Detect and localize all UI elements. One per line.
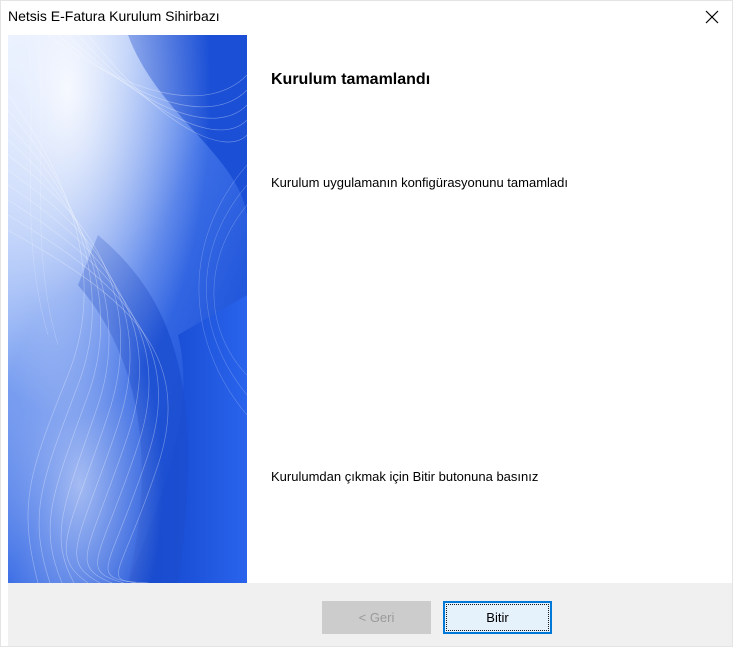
wizard-banner-image	[8, 35, 247, 583]
completion-description: Kurulum uygulamanın konfigürasyonunu tam…	[271, 175, 569, 190]
window-title: Netsis E-Fatura Kurulum Sihirbazı	[8, 8, 220, 24]
title-bar[interactable]: Netsis E-Fatura Kurulum Sihirbazı	[1, 1, 732, 34]
button-bar: < Geri Bitir	[8, 583, 732, 646]
finish-button[interactable]: Bitir	[443, 601, 552, 634]
close-icon	[705, 10, 719, 24]
close-button[interactable]	[692, 1, 732, 33]
page-title: Kurulum tamamlandı	[271, 71, 431, 88]
content-panel: Kurulum tamamlandı Kurulum uygulamanın k…	[247, 35, 732, 583]
exit-instruction: Kurulumdan çıkmak için Bitir butonuna ba…	[271, 469, 539, 484]
installer-window: Netsis E-Fatura Kurulum Sihirbazı Kurulu…	[0, 0, 733, 647]
back-button[interactable]: < Geri	[322, 601, 431, 634]
